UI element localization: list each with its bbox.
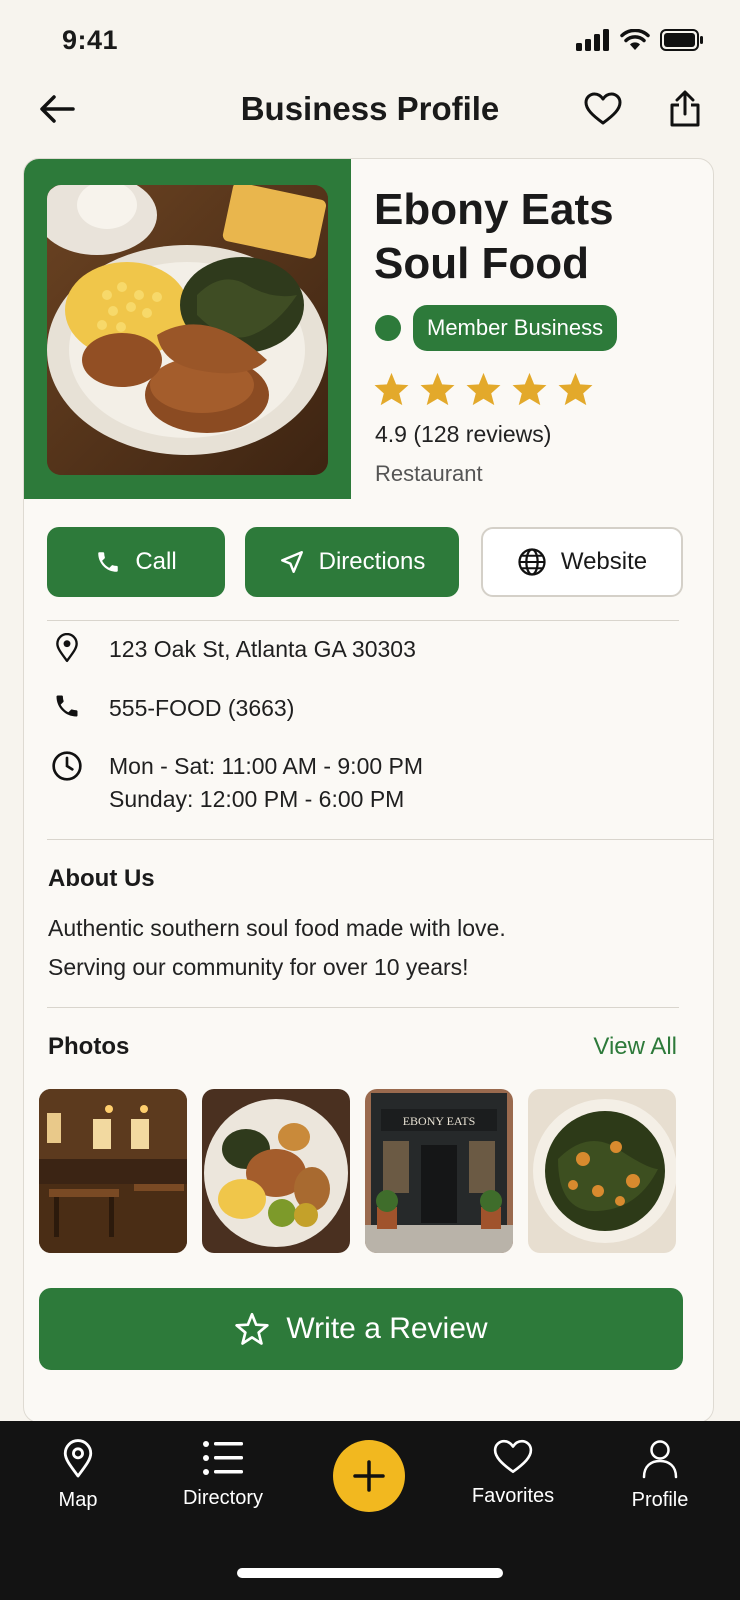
star-rating bbox=[373, 371, 594, 407]
food-plate-image bbox=[202, 1089, 350, 1253]
business-card: Ebony Eats Soul Food Member Business 4.9… bbox=[23, 158, 714, 1423]
phone-icon bbox=[98, 552, 119, 572]
address-row[interactable]: 123 Oak St, Atlanta GA 30303 bbox=[47, 633, 416, 666]
call-button[interactable]: Call bbox=[47, 527, 225, 597]
business-name-line2: Soul Food bbox=[374, 239, 590, 288]
heart-icon bbox=[584, 92, 622, 125]
about-line1: Authentic southern soul food made with l… bbox=[48, 915, 506, 941]
action-buttons: Call Directions Website bbox=[47, 527, 687, 597]
star-icon bbox=[374, 372, 409, 406]
globe-icon bbox=[518, 548, 546, 576]
status-time: 9:41 bbox=[62, 24, 119, 55]
view-all-photos-link[interactable]: View All bbox=[593, 1033, 677, 1061]
hours-sunday: Sunday: 12:00 PM - 6:00 PM bbox=[109, 786, 405, 812]
rating-summary[interactable]: 4.9 (128 reviews) bbox=[375, 421, 551, 448]
status-bar: 9:41 bbox=[0, 0, 740, 80]
member-status-dot bbox=[375, 315, 401, 341]
clock-icon bbox=[47, 750, 87, 782]
home-indicator bbox=[237, 1568, 503, 1578]
location-pin-icon bbox=[47, 633, 87, 663]
about-title: About Us bbox=[48, 865, 155, 892]
star-icon bbox=[466, 372, 501, 406]
hours-weekday: Mon - Sat: 11:00 AM - 9:00 PM bbox=[109, 753, 424, 779]
collard-greens-image bbox=[528, 1089, 676, 1253]
website-label: Website bbox=[560, 548, 648, 575]
business-category: Restaurant bbox=[375, 461, 483, 486]
star-icon bbox=[558, 372, 593, 406]
photos-title: Photos bbox=[48, 1033, 130, 1060]
website-button[interactable]: Website bbox=[481, 527, 683, 597]
back-button[interactable] bbox=[34, 86, 80, 132]
user-icon bbox=[642, 1440, 678, 1479]
directions-button[interactable]: Directions bbox=[245, 527, 459, 597]
restaurant-interior-image bbox=[39, 1089, 187, 1253]
share-button[interactable] bbox=[662, 86, 708, 132]
photo-greens[interactable] bbox=[528, 1089, 676, 1253]
phone-row[interactable]: 555-FOOD (3663) bbox=[47, 692, 294, 725]
photo-storefront[interactable]: EBONY EATS bbox=[365, 1089, 513, 1253]
tab-profile[interactable]: Profile bbox=[600, 1439, 720, 1512]
star-icon bbox=[420, 372, 455, 406]
tab-directory-label: Directory bbox=[182, 1487, 263, 1509]
write-review-button[interactable]: Write a Review bbox=[39, 1288, 683, 1370]
tab-favorites[interactable]: Favorites bbox=[453, 1439, 573, 1508]
status-icons bbox=[576, 29, 704, 51]
tab-directory[interactable]: Directory bbox=[163, 1439, 283, 1510]
navigation-arrow-icon bbox=[280, 551, 303, 573]
hero-food-photo[interactable] bbox=[47, 185, 328, 475]
hours-row: Mon - Sat: 11:00 AM - 9:00 PM Sunday: 12… bbox=[47, 750, 423, 816]
divider bbox=[47, 1007, 679, 1008]
plus-icon bbox=[353, 1460, 385, 1492]
address-text: 123 Oak St, Atlanta GA 30303 bbox=[109, 636, 416, 662]
nav-header: Business Profile bbox=[0, 78, 740, 140]
tab-profile-label: Profile bbox=[631, 1489, 689, 1511]
business-name: Ebony Eats Soul Food bbox=[374, 183, 694, 291]
tab-favorites-label: Favorites bbox=[471, 1485, 555, 1507]
share-icon bbox=[670, 90, 700, 127]
directions-label: Directions bbox=[318, 548, 426, 575]
list-icon bbox=[203, 1441, 243, 1475]
about-description: Authentic southern soul food made with l… bbox=[48, 909, 668, 987]
phone-text: 555-FOOD (3663) bbox=[109, 695, 295, 721]
soul-food-plate-image bbox=[47, 185, 328, 475]
write-review-label: Write a Review bbox=[286, 1312, 488, 1345]
photo-interior[interactable] bbox=[39, 1089, 187, 1253]
heart-icon bbox=[493, 1439, 533, 1474]
battery-icon bbox=[660, 29, 703, 51]
arrow-left-icon bbox=[40, 95, 75, 123]
divider bbox=[47, 839, 713, 840]
member-business-badge: Member Business bbox=[413, 305, 618, 351]
star-icon bbox=[512, 372, 547, 406]
favorite-button[interactable] bbox=[580, 86, 626, 132]
storefront-image: EBONY EATS bbox=[365, 1089, 513, 1253]
signal-icon bbox=[576, 29, 609, 51]
review-count: (128 reviews) bbox=[413, 421, 552, 447]
page-title: Business Profile bbox=[240, 90, 500, 127]
add-button[interactable] bbox=[333, 1440, 405, 1512]
call-label: Call bbox=[135, 548, 177, 575]
map-pin-icon bbox=[63, 1439, 93, 1478]
business-name-line1: Ebony Eats bbox=[374, 185, 614, 234]
tab-map[interactable]: Map bbox=[18, 1439, 138, 1512]
hours-text: Mon - Sat: 11:00 AM - 9:00 PM Sunday: 12… bbox=[109, 750, 423, 816]
photo-food-plate[interactable] bbox=[202, 1089, 350, 1253]
divider bbox=[47, 620, 679, 621]
star-outline-icon bbox=[235, 1312, 270, 1345]
storefront-sign-text: EBONY EATS bbox=[403, 1114, 476, 1128]
about-line2: Serving our community for over 10 years! bbox=[48, 954, 469, 980]
rating-value: 4.9 bbox=[375, 421, 407, 447]
wifi-icon bbox=[620, 29, 650, 50]
tab-map-label: Map bbox=[58, 1489, 98, 1511]
phone-icon bbox=[47, 692, 87, 720]
